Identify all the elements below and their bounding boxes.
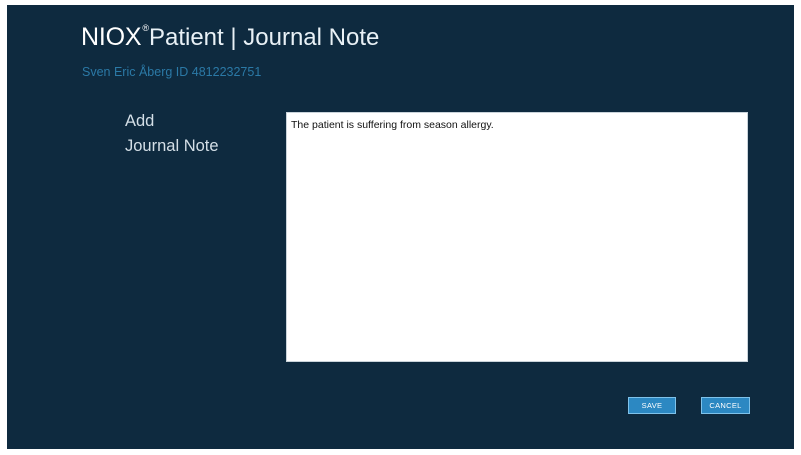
save-button[interactable]: SAVE <box>628 397 676 414</box>
page-title-text: Patient | Journal Note <box>148 24 380 51</box>
section-label: Add Journal Note <box>125 109 219 159</box>
section-label-line2: Journal Note <box>125 137 219 155</box>
app-window: NIOX®Patient | Journal Note Sven Eric Åb… <box>7 5 794 449</box>
page-title: NIOX®Patient | Journal Note <box>81 24 379 50</box>
registered-mark: ® <box>142 23 149 33</box>
journal-note-textarea[interactable]: The patient is suffering from season all… <box>286 112 748 362</box>
brand-logo-text: NIOX <box>81 23 142 51</box>
patient-info: Sven Eric Åberg ID 4812232751 <box>82 65 262 79</box>
section-label-line1: Add <box>125 112 155 130</box>
cancel-button[interactable]: CANCEL <box>701 397 750 414</box>
